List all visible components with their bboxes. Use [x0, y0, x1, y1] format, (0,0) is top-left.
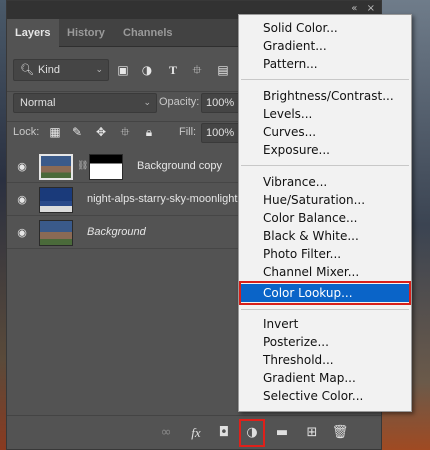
menu-item-curves[interactable]: Curves...	[239, 123, 411, 141]
panel-bottom-toolbar: ∞ fx ◘ ◑ ▬ ⊞ 🗑︎	[7, 415, 381, 449]
image-filter-icon[interactable]: ▣	[115, 62, 131, 78]
menu-item-brightness-contrast[interactable]: Brightness/Contrast...	[239, 87, 411, 105]
layer-thumbnail	[39, 154, 73, 180]
chevron-down-icon: ⌄	[143, 98, 151, 108]
menu-item-channel-mixer[interactable]: Channel Mixer...	[239, 263, 411, 281]
tab-history[interactable]: History	[59, 19, 115, 47]
close-icon[interactable]: ×	[367, 3, 375, 14]
menu-item-black-white[interactable]: Black & White...	[239, 227, 411, 245]
lock-transparency-icon[interactable]: ▦	[47, 124, 63, 140]
menu-item-exposure[interactable]: Exposure...	[239, 141, 411, 159]
menu-item-vibrance[interactable]: Vibrance...	[239, 173, 411, 191]
menu-separator	[241, 79, 409, 80]
blend-mode-select[interactable]: Normal ⌄	[13, 93, 157, 113]
adjustment-filter-icon[interactable]: ◑	[139, 62, 155, 78]
layer-mask-thumbnail[interactable]	[89, 154, 123, 180]
search-icon: 🔍︎	[20, 63, 34, 76]
opacity-field[interactable]: 100%	[201, 93, 241, 113]
color-lookup-highlight-outline	[239, 281, 411, 305]
menu-item-selective-color[interactable]: Selective Color...	[239, 387, 411, 405]
layer-thumbnail	[39, 187, 73, 213]
tab-layers[interactable]: Layers	[7, 19, 59, 47]
eye-icon[interactable]: ◉	[15, 226, 29, 240]
layer-name: night-alps-starry-sky-moonlight	[87, 193, 238, 205]
type-filter-icon[interactable]: T	[165, 62, 181, 78]
shape-filter-icon[interactable]: ⯐	[189, 62, 205, 78]
menu-item-pattern[interactable]: Pattern...	[239, 55, 411, 73]
eye-icon[interactable]: ◉	[15, 193, 29, 207]
eye-icon[interactable]: ◉	[15, 160, 29, 174]
lock-artboard-icon[interactable]: ⯐	[117, 124, 133, 140]
kind-filter-select[interactable]: 🔍︎ Kind ⌄	[13, 59, 109, 81]
menu-item-color-balance[interactable]: Color Balance...	[239, 209, 411, 227]
new-layer-icon[interactable]: ⊞	[303, 424, 321, 442]
adjustment-layer-menu: Solid Color... Gradient... Pattern... Br…	[238, 14, 412, 412]
fill-label: Fill:	[179, 126, 197, 138]
menu-item-gradient-map[interactable]: Gradient Map...	[239, 369, 411, 387]
link-layers-icon[interactable]: ∞	[157, 424, 175, 442]
menu-item-posterize[interactable]: Posterize...	[239, 333, 411, 351]
lock-position-icon[interactable]: ✥	[93, 124, 109, 140]
new-group-icon[interactable]: ▬	[273, 424, 291, 442]
lock-label: Lock:	[13, 126, 40, 138]
tab-channels[interactable]: Channels	[115, 19, 177, 47]
opacity-label: Opacity:	[159, 96, 200, 108]
menu-item-threshold[interactable]: Threshold...	[239, 351, 411, 369]
lock-all-icon[interactable]: 🔒︎	[141, 124, 157, 140]
lock-image-pixels-icon[interactable]: ✎	[69, 124, 85, 140]
blend-mode-value: Normal	[20, 97, 56, 109]
fx-icon[interactable]: fx	[187, 424, 205, 442]
adjustment-layer-icon[interactable]: ◑	[243, 424, 261, 442]
layer-name: Background	[87, 226, 146, 238]
menu-item-solid-color[interactable]: Solid Color...	[239, 19, 411, 37]
add-mask-icon[interactable]: ◘	[215, 424, 233, 442]
menu-separator	[241, 309, 409, 310]
chain-link-icon[interactable]: ⛓︎	[77, 161, 88, 171]
menu-item-photo-filter[interactable]: Photo Filter...	[239, 245, 411, 263]
collapse-icon[interactable]: «	[351, 3, 357, 14]
menu-item-levels[interactable]: Levels...	[239, 105, 411, 123]
chevron-down-icon: ⌄	[95, 65, 103, 75]
layer-thumbnail	[39, 220, 73, 246]
menu-item-hue-saturation[interactable]: Hue/Saturation...	[239, 191, 411, 209]
menu-separator	[241, 165, 409, 166]
fill-field[interactable]: 100%	[201, 123, 241, 143]
layer-name: Background copy	[137, 160, 222, 172]
menu-item-gradient[interactable]: Gradient...	[239, 37, 411, 55]
menu-item-invert[interactable]: Invert	[239, 315, 411, 333]
smart-object-filter-icon[interactable]: ▤	[215, 62, 231, 78]
delete-icon[interactable]: 🗑︎	[331, 424, 349, 442]
kind-label: Kind	[37, 64, 60, 76]
